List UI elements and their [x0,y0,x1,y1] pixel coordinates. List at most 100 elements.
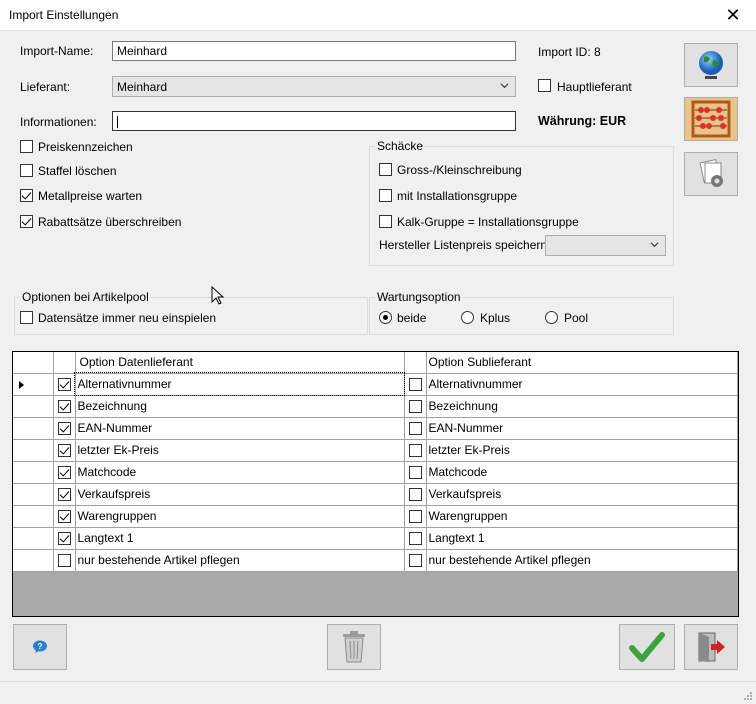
hersteller-select[interactable] [545,235,666,256]
table-row[interactable]: Langtext 1 Langtext 1 [13,527,738,550]
table-row[interactable]: nur bestehende Artikel pflegen nur besteh… [13,549,738,572]
datenlieferant-cell [53,395,76,418]
delete-button[interactable] [327,624,381,670]
datenlieferant-label: Alternativnummer [74,372,405,396]
datenlieferant-checkbox[interactable] [57,532,71,545]
gross-klein-checkbox[interactable] [379,163,392,176]
wartung-pool-radio[interactable] [545,311,558,324]
import-name-input[interactable]: Meinhard [112,41,516,61]
datensaetze-checkbox[interactable] [20,311,33,324]
datenlieferant-checkbox[interactable] [57,466,71,479]
globe-icon [699,51,723,79]
row-selector[interactable] [13,527,54,550]
sublieferant-label: Langtext 1 [426,527,738,550]
row-selector[interactable] [13,461,54,484]
datenlieferant-label: Langtext 1 [75,527,405,550]
preiskennzeichen-checkbox[interactable] [20,140,33,153]
help-button[interactable]: ? [13,624,67,670]
sublieferant-checkbox[interactable] [408,554,422,567]
chevron-down-icon [650,242,659,248]
options-grid: Option Datenlieferant Option Sublieferan… [12,351,739,617]
datenlieferant-label: nur bestehende Artikel pflegen [75,549,405,572]
lieferant-select[interactable]: Meinhard [112,76,516,97]
lieferant-value: Meinhard [117,80,168,94]
sublieferant-checkbox[interactable] [408,532,422,545]
row-selector[interactable] [13,395,54,418]
sublieferant-checkbox[interactable] [408,378,422,391]
datenlieferant-cell [53,417,76,440]
datenlieferant-cell [53,373,76,396]
sublieferant-cell [404,549,427,572]
checkmark-icon [629,632,665,662]
row-selector[interactable] [13,439,54,462]
row-pointer-icon [19,380,24,389]
sublieferant-label: Verkaufspreis [426,483,738,506]
table-row[interactable]: Bezeichnung Bezeichnung [13,395,738,418]
wartung-beide-label: beide [397,311,427,325]
ok-button[interactable] [619,624,675,670]
mit-install-checkbox[interactable] [379,189,392,202]
row-selector[interactable] [13,373,54,396]
abacus-button[interactable] [684,97,738,141]
text-cursor [117,115,118,128]
datenlieferant-checkbox[interactable] [57,444,71,457]
datenlieferant-cell [53,483,76,506]
sublieferant-checkbox[interactable] [408,510,422,523]
sublieferant-checkbox[interactable] [408,422,422,435]
row-selector[interactable] [13,549,54,572]
kalk-gruppe-checkbox[interactable] [379,215,392,228]
sublieferant-cell [404,483,427,506]
datenlieferant-checkbox[interactable] [57,488,71,501]
grid-header-row: Option Datenlieferant Option Sublieferan… [13,352,738,374]
datenlieferant-cell [53,527,76,550]
sublieferant-checkbox[interactable] [408,488,422,501]
exit-button[interactable] [684,624,738,670]
kalk-gruppe-label: Kalk-Gruppe = Installationsgruppe [397,215,579,229]
table-row[interactable]: Warengruppen Warengruppen [13,505,738,528]
datenlieferant-label: letzter Ek-Preis [75,439,405,462]
datenlieferant-checkbox[interactable] [57,378,71,391]
import-id-label: Import ID: 8 [538,45,601,59]
resize-grip-icon[interactable] [743,691,753,701]
table-row[interactable]: letzter Ek-Preis letzter Ek-Preis [13,439,738,462]
wartung-kplus-radio[interactable] [461,311,474,324]
sublieferant-label: Bezeichnung [426,395,738,418]
table-row[interactable]: Matchcode Matchcode [13,461,738,484]
table-row[interactable]: Verkaufspreis Verkaufspreis [13,483,738,506]
sublieferant-cell [404,439,427,462]
datenlieferant-checkbox[interactable] [57,422,71,435]
table-row[interactable]: Alternativnummer Alternativnummer [13,372,738,396]
sublieferant-cell [404,395,427,418]
sublieferant-label: Matchcode [426,461,738,484]
sublieferant-checkbox[interactable] [408,444,422,457]
metallpreise-checkbox[interactable] [20,189,33,202]
hauptlieferant-checkbox[interactable] [538,79,551,92]
sublieferant-label: Alternativnummer [426,373,738,396]
datenlieferant-checkbox[interactable] [57,400,71,413]
close-icon[interactable]: ✕ [710,0,756,31]
sublieferant-label: Warengruppen [426,505,738,528]
row-selector[interactable] [13,505,54,528]
datenlieferant-checkbox[interactable] [57,510,71,523]
table-row[interactable]: EAN-Nummer EAN-Nummer [13,417,738,440]
sublieferant-cell [404,373,427,396]
hersteller-label: Hersteller Listenpreis speichern in [379,238,560,252]
settings-button[interactable] [684,152,738,196]
sublieferant-checkbox[interactable] [408,400,422,413]
informationen-input[interactable] [112,111,516,131]
schaecke-title: Schäcke [375,139,426,153]
row-selector[interactable] [13,417,54,440]
datenlieferant-label: Verkaufspreis [75,483,405,506]
artikelpool-title: Optionen bei Artikelpool [20,290,151,304]
staffel-loeschen-checkbox[interactable] [20,164,33,177]
globe-button[interactable] [684,43,738,87]
wartung-kplus-label: Kplus [480,311,511,325]
sublieferant-label: nur bestehende Artikel pflegen [426,549,738,572]
wartung-beide-radio[interactable] [379,311,392,324]
row-selector[interactable] [13,483,54,506]
sublieferant-checkbox[interactable] [408,466,422,479]
window-title: Import Einstellungen [9,8,119,22]
rabattsaetze-checkbox[interactable] [20,215,33,228]
datenlieferant-checkbox[interactable] [57,554,71,567]
settings-icon [699,158,723,187]
